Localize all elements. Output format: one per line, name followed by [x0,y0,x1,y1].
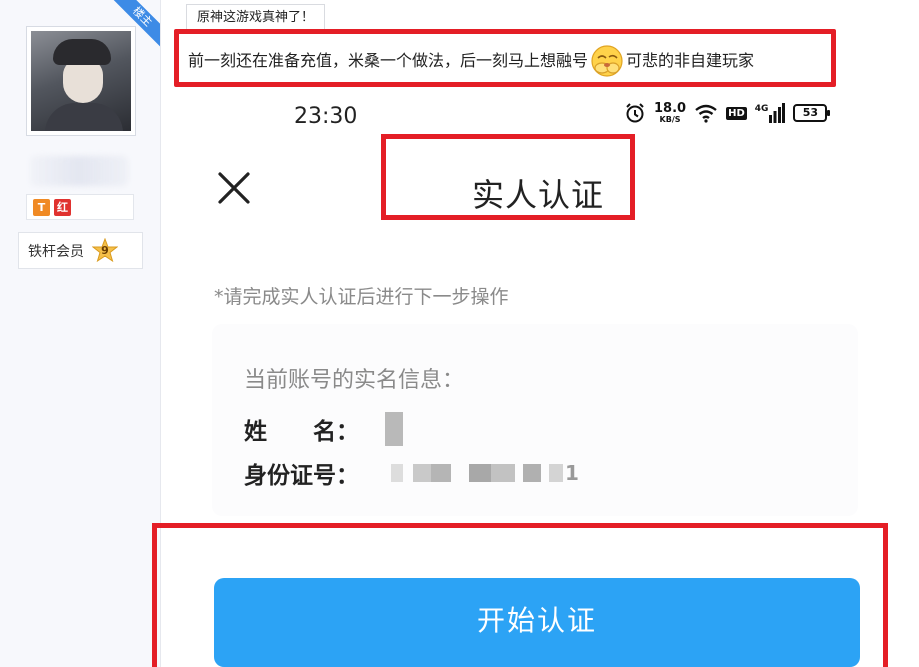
name-redacted [385,412,403,446]
network-speed: 18.0 KB/S [654,102,686,124]
battery-indicator: 53 [793,104,831,122]
member-level-number: 9 [101,243,109,257]
wifi-icon [695,104,717,123]
status-time: 23:30 [294,104,358,129]
id-row: 身份证号： 1 [244,456,579,490]
avatar-body [45,103,123,131]
member-level-box[interactable]: 铁杆会员 9 [18,232,143,269]
speed-unit: KB/S [659,115,681,124]
id-redacted: 1 [391,461,579,485]
start-verification-button[interactable]: 开始认证 [214,578,860,667]
badge-t-icon[interactable]: T [33,198,50,216]
author-avatar[interactable] [26,26,136,136]
info-card-title: 当前账号的实名信息： [244,368,465,393]
member-label: 铁杆会员 [28,243,84,260]
name-label: 姓 名： [244,419,359,445]
signal-bars-icon [769,103,786,123]
id-last-char: 1 [565,461,579,485]
hd-badge: HD [726,106,747,120]
avatar-hair [53,39,111,65]
close-icon[interactable] [214,168,254,208]
post-text-part-2: 可悲的非自建玩家 [626,51,755,70]
avatar-face [63,59,103,103]
status-icons: 18.0 KB/S HD 4G 53 [624,102,831,124]
network-type: 4G [754,104,769,114]
member-level-badge: 9 [92,237,118,264]
author-name-blurred[interactable] [30,156,128,186]
embedded-phone-screenshot: 23:30 18.0 KB/S HD 4G 53 实人认证 *请完成实人认证后进… [152,92,919,667]
post-text-part-1: 前一刻还在准备充值，米桑一个做法，后一刻马上想融号 [188,51,589,70]
post-title: 原神这游戏真神了！ [186,4,326,30]
id-label: 身份证号： [244,463,359,489]
alarm-icon [626,103,644,123]
post-text: 前一刻还在准备充值，米桑一个做法，后一刻马上想融号 可悲的非自建玩家 [188,44,754,78]
verification-hint: *请完成实人认证后进行下一步操作 [214,286,509,308]
speed-value: 18.0 [654,101,687,116]
author-badges: T 红 [26,194,134,220]
badge-red-icon[interactable]: 红 [54,198,71,216]
covering-face-emoji-icon [591,45,623,77]
name-row: 姓 名： [244,412,403,446]
identity-info-card: 当前账号的实名信息： 姓 名： 身份证号： 1 [212,324,858,516]
author-sidebar: 楼主 T 红 铁杆会员 9 [0,0,161,667]
avatar-image [31,31,131,131]
cell-signal: 4G [755,103,786,123]
page-title: 实人认证 [472,176,605,214]
